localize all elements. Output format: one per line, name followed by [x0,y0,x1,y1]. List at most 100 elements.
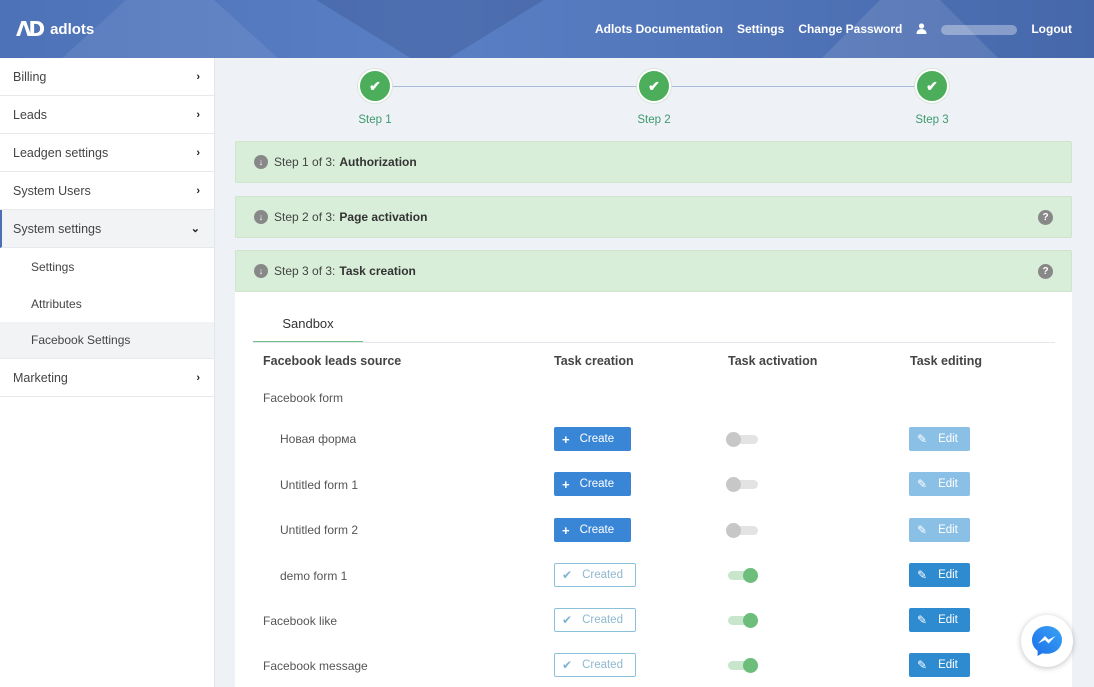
panel-title: Task creation [339,264,416,278]
chevron-right-icon: › [196,108,200,121]
edit-task-button[interactable]: ✎ Edit [909,563,970,587]
edit-task-button[interactable]: ✎ Edit [909,518,970,542]
panel-page-activation[interactable]: ↓ Step 2 of 3: Page activation ? [235,196,1072,238]
panel-title: Authorization [339,155,417,169]
task-activation-toggle[interactable] [726,568,758,583]
button-label: Created [582,614,623,626]
edit-task-button[interactable]: ✎ Edit [909,608,970,632]
check-icon: ✔ [562,568,573,582]
arrow-down-circle-icon: ↓ [254,264,268,278]
row-label: Новая форма [280,432,357,446]
button-label: Create [579,524,615,536]
help-icon[interactable]: ? [1038,210,1053,225]
panel-task-creation[interactable]: ↓ Step 3 of 3: Task creation ? [235,250,1072,292]
button-label: Created [582,659,623,671]
sidebar-item-leads[interactable]: Leads › [0,96,214,134]
plus-icon: + [562,431,570,447]
sidebar-subitem-settings[interactable]: Settings [0,248,214,285]
sidebar-item-leadgen-settings[interactable]: Leadgen settings › [0,134,214,172]
panel-step-prefix: Step 1 of 3: [274,155,336,169]
adlots-logo[interactable]: ΛD adlots [16,17,94,41]
create-task-button[interactable]: + Create [554,427,631,451]
task-created-button[interactable]: ✔ Created [554,653,636,677]
edit-task-button[interactable]: ✎ Edit [909,427,970,451]
nav-logout-link[interactable]: Logout [1031,22,1072,36]
panel-authorization[interactable]: ↓ Step 1 of 3: Authorization [235,141,1072,183]
messenger-icon [1032,626,1062,656]
button-label: Edit [938,478,958,490]
sidebar: Billing › Leads › Leadgen settings › Sys… [0,58,215,687]
step-progress: ✔ Step 1 ✔ Step 2 ✔ Step 3 [235,58,1072,138]
task-created-button[interactable]: ✔ Created [554,563,636,587]
task-activation-toggle[interactable] [726,523,758,538]
group-label-facebook-form: Facebook form [263,391,344,405]
tab-sandbox[interactable]: Sandbox [253,312,363,343]
check-icon: ✔ [562,613,573,627]
plus-icon: + [562,522,570,538]
nav-documentation-link[interactable]: Adlots Documentation [595,22,723,36]
task-creation-card: Sandbox Facebook leads source Task creat… [235,292,1072,687]
panel-step-prefix: Step 3 of 3: [274,264,336,278]
header-decoration [300,0,560,58]
messenger-chat-button[interactable] [1021,615,1073,667]
check-icon: ✔ [562,658,573,672]
column-header-source: Facebook leads source [263,354,402,368]
sidebar-item-label: System settings [13,221,102,236]
user-menu[interactable] [916,22,1018,36]
help-icon[interactable]: ? [1038,264,1053,279]
task-activation-toggle[interactable] [726,658,758,673]
sidebar-subitem-attributes[interactable]: Attributes [0,285,214,322]
create-task-button[interactable]: + Create [554,472,631,496]
chevron-right-icon: › [196,146,200,159]
sidebar-item-label: Leads [13,107,48,122]
check-icon: ✔ [358,69,392,103]
step-1[interactable]: ✔ Step 1 [335,69,415,126]
chevron-right-icon: › [196,371,200,384]
task-created-button[interactable]: ✔ Created [554,608,636,632]
sidebar-subitem-facebook-settings[interactable]: Facebook Settings [0,322,214,359]
sidebar-item-label: Billing [13,69,47,84]
step-label: Step 2 [637,114,671,126]
button-label: Create [579,478,615,490]
pencil-icon: ✎ [917,658,928,672]
sidebar-item-system-settings[interactable]: System settings ⌄ [0,210,214,248]
sidebar-item-system-users[interactable]: System Users › [0,172,214,210]
username-blurred [941,24,1018,35]
user-icon [916,23,927,34]
step-connector [653,86,933,87]
sidebar-item-billing[interactable]: Billing › [0,58,214,96]
pencil-icon: ✎ [917,523,928,537]
row-label: Untitled form 1 [280,478,359,492]
step-3[interactable]: ✔ Step 3 [892,69,972,126]
top-navigation: Adlots Documentation Settings Change Pas… [581,0,1072,58]
logo-mark-icon: ΛD [16,17,45,41]
step-2[interactable]: ✔ Step 2 [614,69,694,126]
pencil-icon: ✎ [917,568,928,582]
task-activation-toggle[interactable] [726,432,758,447]
chevron-right-icon: › [196,184,200,197]
task-activation-toggle[interactable] [726,613,758,628]
column-header-creation: Task creation [554,354,634,368]
task-activation-toggle[interactable] [726,477,758,492]
create-task-button[interactable]: + Create [554,518,631,542]
edit-task-button[interactable]: ✎ Edit [909,653,970,677]
nav-change-password-link[interactable]: Change Password [798,22,902,36]
step-label: Step 1 [358,114,392,126]
row-label: Facebook like [263,614,338,628]
chevron-down-icon: ⌄ [190,223,200,235]
column-header-activation: Task activation [728,354,818,368]
nav-settings-link[interactable]: Settings [737,22,784,36]
chevron-right-icon: › [196,70,200,83]
row-label: Facebook message [263,659,368,673]
pencil-icon: ✎ [917,613,928,627]
panel-title: Page activation [339,210,428,224]
step-connector [375,86,655,87]
column-header-editing: Task editing [910,354,983,368]
edit-task-button[interactable]: ✎ Edit [909,472,970,496]
row-label: demo form 1 [280,569,348,583]
tab-divider [253,342,1055,343]
button-label: Edit [938,433,958,445]
button-label: Created [582,569,623,581]
sidebar-item-marketing[interactable]: Marketing › [0,359,214,397]
button-label: Edit [938,569,958,581]
